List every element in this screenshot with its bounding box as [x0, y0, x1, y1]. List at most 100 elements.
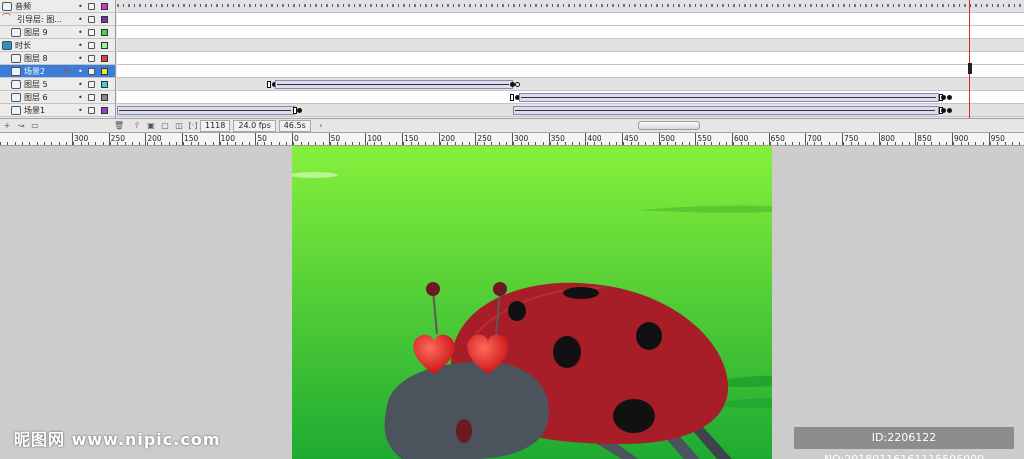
outline-color-swatch[interactable]	[101, 107, 108, 114]
guide-layer-button-icon[interactable]: ↝	[16, 121, 26, 131]
timeline-scrollbar-thumb[interactable]	[638, 121, 700, 130]
ruler-minor-tick	[623, 142, 624, 145]
outline-color-swatch[interactable]	[101, 81, 108, 88]
ruler-minor-tick	[271, 142, 272, 145]
ruler-minor-tick	[15, 142, 16, 145]
lock-icon[interactable]	[88, 107, 95, 114]
onion-outline-icon[interactable]: ▢	[160, 121, 170, 131]
ruler-minor-tick	[711, 142, 712, 145]
frame-row-audio[interactable]	[117, 0, 1024, 13]
frame-row-duration[interactable]	[117, 39, 1024, 52]
playhead[interactable]	[969, 0, 970, 118]
keyframe-marker[interactable]	[941, 95, 946, 100]
outline-color-swatch[interactable]	[101, 3, 108, 10]
outline-color-swatch[interactable]	[101, 94, 108, 101]
stage-canvas[interactable]	[292, 146, 772, 459]
new-folder-icon[interactable]: ▭	[30, 121, 40, 131]
visibility-dot-icon[interactable]: •	[78, 15, 83, 24]
ruler-minor-tick	[821, 142, 822, 145]
ruler-minor-tick	[418, 142, 419, 145]
keyframe-marker[interactable]	[947, 95, 952, 100]
visibility-dot-icon[interactable]: •	[78, 54, 83, 63]
frame-row-scene1[interactable]	[117, 104, 1024, 117]
visibility-dot-icon[interactable]: •	[78, 28, 83, 37]
new-layer-icon[interactable]: +	[2, 121, 12, 131]
outline-color-swatch[interactable]	[101, 42, 108, 49]
layer-row[interactable]: 时长 •	[0, 39, 115, 52]
layer-row[interactable]: 音频 •	[0, 0, 115, 13]
lock-icon[interactable]	[88, 68, 95, 75]
center-frame-icon[interactable]: ⫯	[132, 121, 142, 131]
keyframe-marker[interactable]	[515, 82, 520, 87]
ruler-minor-tick	[88, 142, 89, 145]
ruler-minor-tick	[491, 142, 492, 145]
layer-name: 场景2	[24, 66, 46, 76]
keyframe-marker[interactable]	[267, 81, 271, 88]
layer-name: 图层 6	[24, 92, 48, 102]
frame-grid[interactable]	[117, 0, 1024, 118]
outline-color-swatch[interactable]	[101, 55, 108, 62]
tween-arrow	[515, 110, 935, 111]
frame-row-guide[interactable]	[117, 13, 1024, 26]
layer-icon	[11, 92, 21, 102]
highlight-streak	[292, 172, 338, 178]
scroll-left-icon[interactable]: ‹	[316, 121, 326, 131]
visibility-dot-icon[interactable]: •	[78, 80, 83, 89]
ruler-minor-tick	[381, 142, 382, 145]
lock-icon[interactable]	[88, 55, 95, 62]
lock-icon[interactable]	[88, 29, 95, 36]
onion-skin-icon[interactable]: ▣	[146, 121, 156, 131]
lock-icon[interactable]	[88, 3, 95, 10]
ruler-minor-tick	[792, 142, 793, 145]
layer-row[interactable]: ⌒ 引导层: 图... •	[0, 13, 115, 26]
outline-color-swatch[interactable]	[101, 16, 108, 23]
frame-rate-display[interactable]: 24.0 fps	[233, 119, 276, 132]
ruler-minor-tick	[851, 142, 852, 145]
ruler-label: 50	[330, 134, 341, 143]
keyframe-marker[interactable]	[941, 108, 946, 113]
visibility-dot-icon[interactable]: •	[78, 106, 83, 115]
layer-row[interactable]: 图层 8 •	[0, 52, 115, 65]
layer-row[interactable]: 图层 9 •	[0, 26, 115, 39]
ruler-minor-tick	[433, 142, 434, 145]
ruler-minor-tick	[763, 142, 764, 145]
keyframe-marker[interactable]	[510, 94, 514, 101]
lock-icon[interactable]	[88, 81, 95, 88]
ruler-minor-tick	[477, 142, 478, 145]
layer-row[interactable]: 场景1 •	[0, 104, 115, 117]
visibility-dot-icon[interactable]: •	[78, 41, 83, 50]
keyframe-marker[interactable]	[297, 108, 302, 113]
ruler-minor-tick	[880, 142, 881, 145]
ruler-minor-tick	[169, 142, 170, 145]
layer-row[interactable]: 图层 5 •	[0, 78, 115, 91]
lock-icon[interactable]	[88, 94, 95, 101]
antenna-tip	[426, 282, 440, 296]
frame-row-scene2[interactable]	[117, 65, 1024, 78]
outline-color-swatch[interactable]	[101, 68, 108, 75]
ruler-minor-tick	[337, 142, 338, 145]
frame-row-layer9[interactable]	[117, 26, 1024, 39]
frame-row-layer8[interactable]	[117, 52, 1024, 65]
layer-row[interactable]: 图层 6 •	[0, 91, 115, 104]
edit-multiple-frames-icon[interactable]: ◫	[174, 121, 184, 131]
visibility-dot-icon[interactable]: •	[78, 67, 83, 76]
ruler-minor-tick	[521, 142, 522, 145]
ruler-minor-tick	[345, 142, 346, 145]
lock-icon[interactable]	[88, 42, 95, 49]
ruler-minor-tick	[396, 142, 397, 145]
ruler-minor-tick	[953, 142, 954, 145]
ruler-minor-tick	[895, 142, 896, 145]
visibility-dot-icon[interactable]: •	[78, 93, 83, 102]
layer-row[interactable]: 场景2 ✎ •	[0, 65, 115, 78]
keyframe-marker[interactable]	[947, 108, 952, 113]
frame-row-layer6[interactable]	[117, 91, 1024, 104]
lock-icon[interactable]	[88, 16, 95, 23]
ruler-minor-tick	[37, 142, 38, 145]
trash-icon[interactable]: 🗑	[114, 121, 124, 131]
onion-markers-icon[interactable]: [·]	[188, 121, 198, 131]
layer-list: 音频 • ⌒ 引导层: 图... • 图层 9 • 时长 • 图层 8 • 场景2 ✎ • 图层 5 • 图层 …	[0, 0, 116, 118]
frame-row-layer5[interactable]	[117, 78, 1024, 91]
ruler-minor-tick	[939, 142, 940, 145]
outline-color-swatch[interactable]	[101, 29, 108, 36]
visibility-dot-icon[interactable]: •	[78, 2, 83, 11]
